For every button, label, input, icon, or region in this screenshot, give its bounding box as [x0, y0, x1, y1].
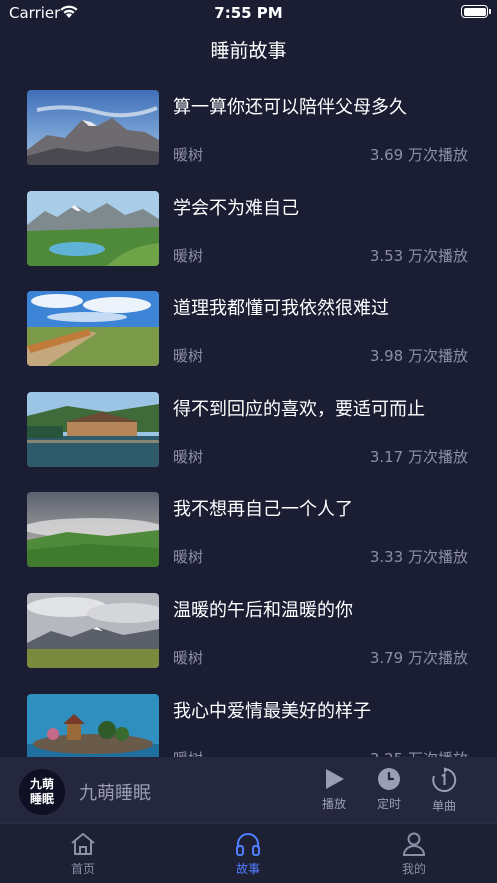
story-thumbnail: [27, 693, 159, 757]
story-author: 暖树: [173, 347, 204, 366]
story-thumbnail: [27, 592, 159, 668]
player-track-name: 九萌睡眠: [79, 783, 151, 804]
timer-button[interactable]: 定时: [367, 767, 411, 819]
app-logo[interactable]: 九萌 睡眠: [19, 769, 65, 815]
story-item[interactable]: 温暖的午后和温暖的你 暖树 3.79 万次播放: [0, 583, 497, 684]
tab-home[interactable]: 首页: [53, 832, 113, 877]
story-title: 温暖的午后和温暖的你: [173, 599, 353, 621]
single-loop-label: 单曲: [431, 799, 456, 813]
story-author: 暖树: [173, 648, 204, 667]
story-title: 我心中爱情最美好的样子: [173, 700, 371, 722]
logo-text-line1: 九萌: [29, 777, 54, 791]
story-author: 暖树: [173, 246, 204, 265]
story-item[interactable]: 我不想再自己一个人了 暖树 3.33 万次播放: [0, 482, 497, 583]
story-play-count: 3.33 万次播放: [369, 548, 468, 567]
user-icon: [402, 832, 426, 856]
headphones-icon: [236, 833, 260, 856]
story-item[interactable]: 算一算你还可以陪伴父母多久 暖树 3.69 万次播放: [0, 80, 497, 181]
story-title: 道理我都懂可我依然很难过: [173, 298, 389, 320]
clock-icon: [378, 768, 400, 790]
story-author: 暖树: [173, 748, 203, 757]
story-item[interactable]: 道理我都懂可我依然很难过 暖树 3.98 万次播放: [0, 281, 497, 382]
story-title: 学会不为难自己: [173, 197, 299, 219]
story-item[interactable]: 学会不为难自己 暖树 3.53 万次播放: [0, 181, 497, 282]
story-title: 算一算你还可以陪伴父母多久: [173, 97, 407, 118]
clock: 7:55 PM: [214, 4, 283, 22]
tab-mine[interactable]: 我的: [384, 832, 444, 877]
story-play-count: 3.25 万次播放: [370, 748, 468, 757]
story-item[interactable]: 我心中爱情最美好的样子 暖树 3.25 万次播放: [0, 684, 497, 757]
single-loop-button[interactable]: 单曲: [422, 767, 466, 819]
story-thumbnail: [27, 391, 159, 467]
story-thumbnail: [27, 492, 159, 568]
story-title: 我不想再自己一个人了: [173, 499, 353, 521]
tab-stories[interactable]: 故事: [218, 832, 278, 877]
play-icon: [326, 769, 344, 789]
tab-home-label: 首页: [70, 862, 95, 876]
home-icon: [71, 833, 95, 855]
story-author: 暖树: [173, 548, 204, 567]
story-play-count: 3.79 万次播放: [369, 648, 468, 667]
tab-bar: 首页 故事 我的: [0, 823, 497, 883]
story-thumbnail: [27, 190, 159, 266]
status-bar: Carrier 7:55 PM: [0, 0, 497, 26]
timer-label: 定时: [376, 797, 401, 811]
story-author: 暖树: [173, 447, 204, 466]
story-thumbnail: [27, 291, 159, 367]
play-button[interactable]: 播放: [312, 767, 356, 819]
story-list[interactable]: 算一算你还可以陪伴父母多久 暖树 3.69 万次播放 学会不为难自己 暖树 3.…: [0, 80, 497, 757]
story-play-count: 3.69 万次播放: [369, 146, 468, 164]
repeat-one-icon: [432, 767, 457, 792]
play-label: 播放: [321, 797, 346, 811]
story-play-count: 3.98 万次播放: [369, 347, 468, 366]
logo-text-line2: 睡眠: [29, 792, 54, 806]
story-thumbnail: [27, 90, 159, 165]
story-author: 暖树: [173, 146, 204, 164]
mini-player: 九萌 睡眠 九萌睡眠 播放 定时 单曲: [0, 757, 497, 823]
battery-icon: [461, 5, 491, 18]
tab-mine-label: 我的: [401, 862, 426, 876]
story-title: 得不到回应的喜欢，要适可而止: [173, 398, 425, 420]
story-item[interactable]: 得不到回应的喜欢，要适可而止 暖树 3.17 万次播放: [0, 382, 497, 483]
story-play-count: 3.17 万次播放: [369, 447, 468, 466]
story-play-count: 3.53 万次播放: [369, 246, 468, 265]
tab-stories-label: 故事: [235, 862, 260, 876]
page-title: 睡前故事: [210, 40, 287, 62]
